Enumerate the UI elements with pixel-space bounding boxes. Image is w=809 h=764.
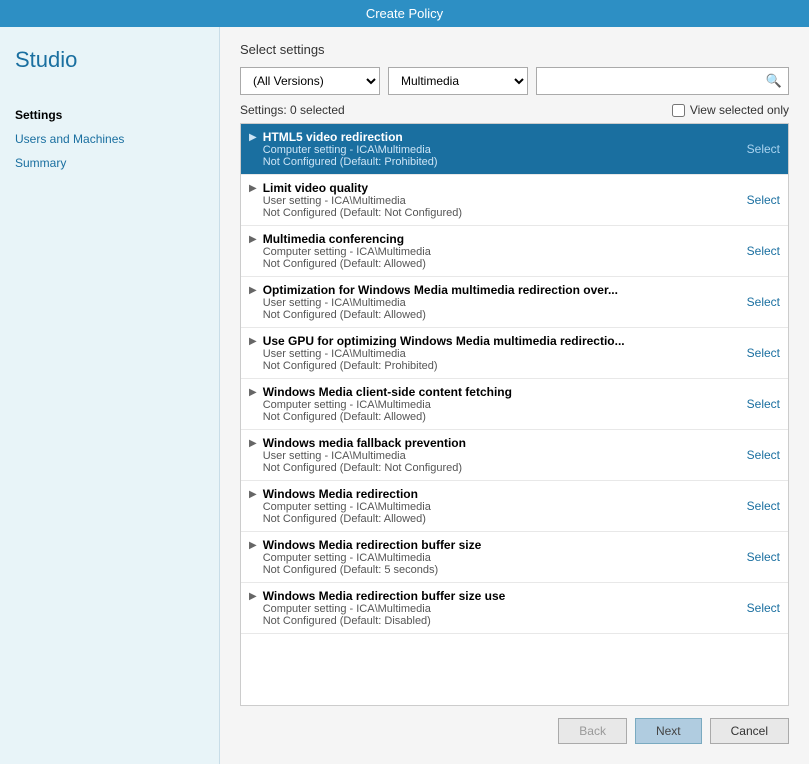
sidebar: Studio SettingsUsers and MachinesSummary	[0, 27, 220, 764]
setting-name: Windows Media redirection	[263, 487, 739, 501]
setting-status: Not Configured (Default: Allowed)	[263, 513, 739, 525]
sidebar-nav: SettingsUsers and MachinesSummary	[15, 103, 204, 175]
setting-sub: Computer setting - ICA\Multimedia	[263, 603, 739, 615]
select-link[interactable]: Select	[747, 550, 780, 564]
select-link[interactable]: Select	[747, 346, 780, 360]
view-selected-checkbox[interactable]	[672, 104, 685, 117]
setting-name: Windows Media client-side content fetchi…	[263, 385, 739, 399]
setting-sub: Computer setting - ICA\Multimedia	[263, 399, 739, 411]
select-link[interactable]: Select	[747, 448, 780, 462]
setting-status: Not Configured (Default: Prohibited)	[263, 156, 739, 168]
setting-item[interactable]: ▶ Windows Media client-side content fetch…	[241, 379, 788, 430]
sidebar-nav-item[interactable]: Users and Machines	[15, 127, 204, 151]
back-button[interactable]: Back	[558, 718, 627, 744]
setting-status: Not Configured (Default: Not Configured)	[263, 207, 739, 219]
setting-text: Use GPU for optimizing Windows Media mul…	[263, 334, 739, 372]
expand-arrow-icon[interactable]: ▶	[249, 438, 257, 449]
setting-name: Limit video quality	[263, 181, 739, 195]
setting-sub: Computer setting - ICA\Multimedia	[263, 501, 739, 513]
window-title: Create Policy	[366, 6, 443, 21]
setting-name: Use GPU for optimizing Windows Media mul…	[263, 334, 739, 348]
setting-status: Not Configured (Default: Prohibited)	[263, 360, 739, 372]
setting-text: Windows Media redirection buffer sizeCom…	[263, 538, 739, 576]
expand-arrow-icon[interactable]: ▶	[249, 387, 257, 398]
setting-text: HTML5 video redirectionComputer setting …	[263, 130, 739, 168]
setting-name: Multimedia conferencing	[263, 232, 739, 246]
title-bar: Create Policy	[0, 0, 809, 27]
sidebar-logo: Studio	[15, 47, 204, 73]
expand-arrow-icon[interactable]: ▶	[249, 234, 257, 245]
settings-info-row: Settings: 0 selected View selected only	[240, 103, 789, 117]
expand-arrow-icon[interactable]: ▶	[249, 591, 257, 602]
search-box: 🔍	[536, 67, 789, 95]
setting-status: Not Configured (Default: Not Configured)	[263, 462, 739, 474]
setting-item[interactable]: ▶ HTML5 video redirectionComputer setting…	[241, 124, 788, 175]
sidebar-nav-item[interactable]: Summary	[15, 151, 204, 175]
setting-item[interactable]: ▶ Multimedia conferencingComputer setting…	[241, 226, 788, 277]
setting-name: Windows media fallback prevention	[263, 436, 739, 450]
expand-arrow-icon[interactable]: ▶	[249, 132, 257, 143]
expand-arrow-icon[interactable]: ▶	[249, 336, 257, 347]
cancel-button[interactable]: Cancel	[710, 718, 789, 744]
setting-text: Windows Media redirectionComputer settin…	[263, 487, 739, 525]
setting-sub: Computer setting - ICA\Multimedia	[263, 246, 739, 258]
setting-item[interactable]: ▶ Windows media fallback preventionUser s…	[241, 430, 788, 481]
section-title: Select settings	[240, 42, 789, 57]
setting-item[interactable]: ▶ Optimization for Windows Media multimed…	[241, 277, 788, 328]
setting-sub: Computer setting - ICA\Multimedia	[263, 144, 739, 156]
setting-status: Not Configured (Default: Allowed)	[263, 258, 739, 270]
sidebar-nav-item[interactable]: Settings	[15, 103, 204, 127]
search-icon: 🔍	[766, 73, 782, 89]
category-filter[interactable]: Multimedia	[388, 67, 528, 95]
setting-sub: User setting - ICA\Multimedia	[263, 450, 739, 462]
select-link[interactable]: Select	[747, 397, 780, 411]
select-link[interactable]: Select	[747, 142, 780, 156]
select-link[interactable]: Select	[747, 601, 780, 615]
view-selected-label[interactable]: View selected only	[690, 103, 789, 117]
version-filter[interactable]: (All Versions)	[240, 67, 380, 95]
setting-item[interactable]: ▶ Windows Media redirection buffer size u…	[241, 583, 788, 634]
main-content: Select settings (All Versions) Multimedi…	[220, 27, 809, 764]
setting-item[interactable]: ▶ Limit video qualityUser setting - ICA\M…	[241, 175, 788, 226]
expand-arrow-icon[interactable]: ▶	[249, 489, 257, 500]
setting-item[interactable]: ▶ Use GPU for optimizing Windows Media mu…	[241, 328, 788, 379]
filter-row: (All Versions) Multimedia 🔍	[240, 67, 789, 95]
setting-status: Not Configured (Default: Disabled)	[263, 615, 739, 627]
select-link[interactable]: Select	[747, 295, 780, 309]
setting-sub: Computer setting - ICA\Multimedia	[263, 552, 739, 564]
setting-status: Not Configured (Default: Allowed)	[263, 411, 739, 423]
setting-text: Optimization for Windows Media multimedi…	[263, 283, 739, 321]
expand-arrow-icon[interactable]: ▶	[249, 183, 257, 194]
setting-sub: User setting - ICA\Multimedia	[263, 195, 739, 207]
select-link[interactable]: Select	[747, 499, 780, 513]
expand-arrow-icon[interactable]: ▶	[249, 540, 257, 551]
setting-name: Windows Media redirection buffer size us…	[263, 589, 739, 603]
setting-sub: User setting - ICA\Multimedia	[263, 297, 739, 309]
view-selected-container: View selected only	[672, 103, 789, 117]
setting-name: Optimization for Windows Media multimedi…	[263, 283, 739, 297]
setting-status: Not Configured (Default: 5 seconds)	[263, 564, 739, 576]
window-body: Studio SettingsUsers and MachinesSummary…	[0, 27, 809, 764]
setting-text: Windows Media redirection buffer size us…	[263, 589, 739, 627]
setting-item[interactable]: ▶ Windows Media redirection buffer sizeCo…	[241, 532, 788, 583]
footer-buttons: Back Next Cancel	[240, 706, 789, 749]
setting-sub: User setting - ICA\Multimedia	[263, 348, 739, 360]
setting-name: HTML5 video redirection	[263, 130, 739, 144]
setting-text: Windows media fallback preventionUser se…	[263, 436, 739, 474]
select-link[interactable]: Select	[747, 244, 780, 258]
search-input[interactable]	[543, 74, 766, 88]
setting-status: Not Configured (Default: Allowed)	[263, 309, 739, 321]
setting-name: Windows Media redirection buffer size	[263, 538, 739, 552]
settings-list: ▶HTML5 video redirectionComputer setting…	[240, 123, 789, 706]
setting-text: Multimedia conferencingComputer setting …	[263, 232, 739, 270]
setting-item[interactable]: ▶ Windows Media redirectionComputer setti…	[241, 481, 788, 532]
main-window: Create Policy Studio SettingsUsers and M…	[0, 0, 809, 764]
expand-arrow-icon[interactable]: ▶	[249, 285, 257, 296]
next-button[interactable]: Next	[635, 718, 702, 744]
setting-text: Limit video qualityUser setting - ICA\Mu…	[263, 181, 739, 219]
select-link[interactable]: Select	[747, 193, 780, 207]
settings-count: Settings: 0 selected	[240, 103, 345, 117]
setting-text: Windows Media client-side content fetchi…	[263, 385, 739, 423]
